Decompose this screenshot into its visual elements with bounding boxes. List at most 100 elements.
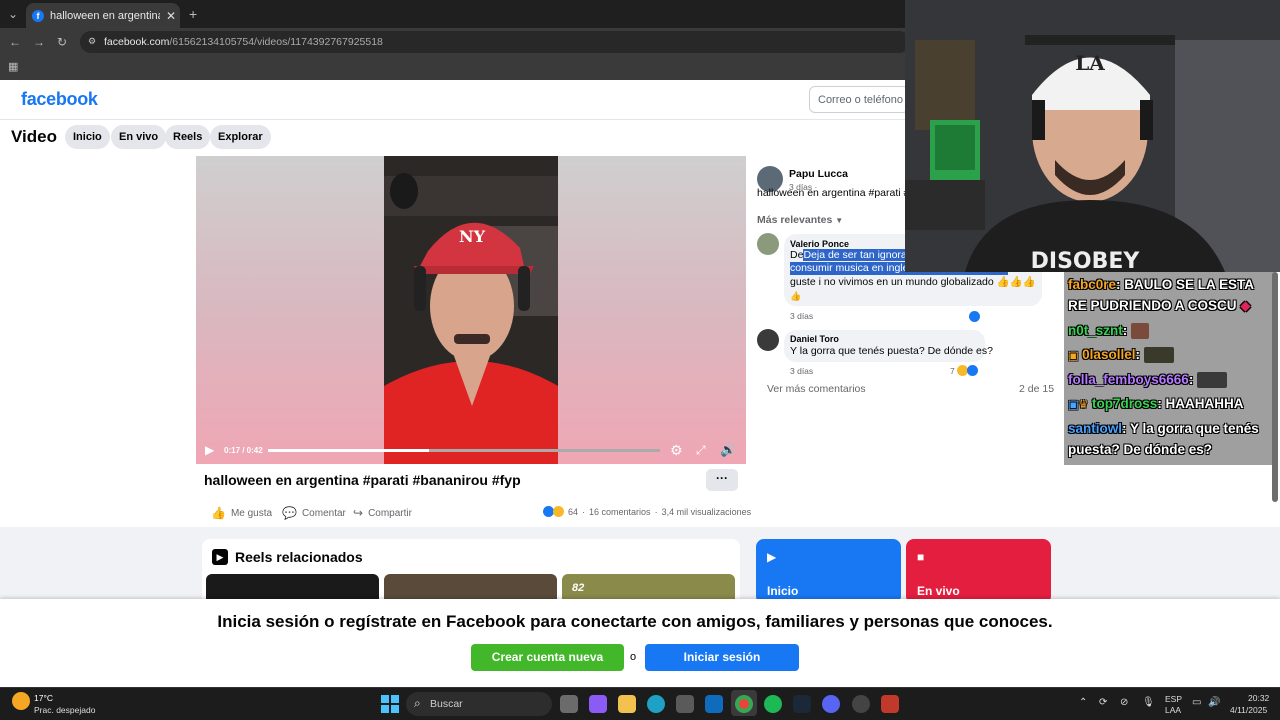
spotify-icon[interactable] <box>764 695 782 713</box>
chat-username: n0t_sznt <box>1068 323 1123 338</box>
chat-message: n0t_sznt: <box>1068 320 1150 341</box>
store-icon[interactable] <box>676 695 694 713</box>
taskbar <box>0 687 1280 720</box>
keyboard-layout[interactable]: LAA <box>1165 705 1181 715</box>
streamer-webcam: LA DISOBEY <box>905 0 1280 272</box>
svg-text:LA: LA <box>1075 51 1105 75</box>
video-icon: ▶ <box>767 550 777 564</box>
tab-list-chevron-icon[interactable]: ⌄ <box>8 7 18 21</box>
edge-icon[interactable] <box>647 695 665 713</box>
stream-chat: fabc0re: BAULO SE LA ESTA RE PUDRIENDO A… <box>1064 272 1275 465</box>
svg-text:DISOBEY: DISOBEY <box>1031 249 1141 272</box>
taskbar-search[interactable]: ⌕ Buscar <box>406 692 552 716</box>
back-icon[interactable]: ← <box>9 35 21 49</box>
site-info-icon[interactable]: ⚙ <box>88 36 96 47</box>
like-button[interactable]: 👍 Me gusta <box>211 506 272 520</box>
related-reels-title: Reels relacionados <box>235 549 363 565</box>
comment-author[interactable]: Daniel Toro <box>790 334 839 344</box>
windows-start-icon[interactable] <box>381 695 399 713</box>
keyboard-language[interactable]: ESP <box>1165 694 1182 704</box>
steam-icon[interactable] <box>793 695 811 713</box>
reaction-count[interactable]: 64 <box>568 507 578 517</box>
discord-icon[interactable] <box>822 695 840 713</box>
copilot-icon[interactable] <box>589 695 607 713</box>
webcam-image: LA DISOBEY <box>905 0 1280 272</box>
nav-pill-reels[interactable]: Reels <box>165 125 211 149</box>
chat-text: : <box>1188 372 1194 387</box>
comment-button[interactable]: 💬 Comentar <box>282 506 346 520</box>
login-button[interactable]: Iniciar sesión <box>645 644 799 671</box>
post-author[interactable]: Papu Lucca <box>789 168 848 180</box>
more-options-button[interactable]: ··· <box>706 469 738 491</box>
chat-username: folla_femboys6666 <box>1068 372 1189 387</box>
share-button[interactable]: ↪ Compartir <box>353 506 412 520</box>
volume-icon[interactable]: 🔊 <box>720 442 736 458</box>
camera-icon: ■ <box>917 550 925 564</box>
video-frame[interactable]: NY <box>384 156 558 464</box>
chat-message: ▣♛ top7dross: HAAHAHHA <box>1068 393 1244 416</box>
clock-date[interactable]: 4/11/2025 <box>1230 705 1267 715</box>
reel-badge: 82 <box>572 582 585 594</box>
play-icon[interactable]: ▶ <box>205 443 214 457</box>
nav-pill-inicio[interactable]: Inicio <box>65 125 110 149</box>
views-count: 3,4 mil visualizaciones <box>661 506 752 517</box>
app-icon[interactable] <box>881 695 899 713</box>
weather-icon[interactable] <box>12 692 30 710</box>
weather-desc[interactable]: Prac. despejado <box>34 705 95 715</box>
commenter-avatar[interactable] <box>757 329 779 351</box>
like-label: Me gusta <box>230 507 273 519</box>
commenter-avatar[interactable] <box>757 233 779 255</box>
outlook-icon[interactable] <box>705 695 723 713</box>
close-tab-icon[interactable]: ✕ <box>166 9 176 23</box>
live-card[interactable]: ■ En vivo <box>906 539 1051 604</box>
login-prompt-message: Inicia sesión o regístrate en Facebook p… <box>217 612 1053 631</box>
facebook-header <box>0 80 905 120</box>
obs-icon[interactable] <box>852 695 870 713</box>
chrome-icon[interactable] <box>735 695 753 713</box>
comment-text-line: 👍 <box>790 291 802 301</box>
browser-tab[interactable]: f halloween en argentina #parati ✕ <box>26 3 180 28</box>
comment-author[interactable]: Valerio Ponce <box>790 239 849 249</box>
nav-pill-explorar[interactable]: Explorar <box>210 125 271 149</box>
apps-grid-icon[interactable]: ▦ <box>8 60 18 73</box>
nav-pill-en-vivo[interactable]: En vivo <box>111 125 167 149</box>
email-input[interactable]: Correo o teléfono <box>809 86 909 113</box>
live-card-label: En vivo <box>917 584 960 598</box>
display-icon[interactable]: ▭ <box>1192 697 1201 708</box>
clock-time[interactable]: 20:32 <box>1248 693 1269 703</box>
facebook-logo[interactable]: facebook <box>21 89 98 110</box>
sync-icon[interactable]: ⟳ <box>1099 697 1107 708</box>
search-icon: ⌕ <box>414 696 421 710</box>
weather-temp[interactable]: 17°C <box>34 693 53 703</box>
see-more-comments-link[interactable]: Ver más comentarios <box>767 383 866 395</box>
create-account-button[interactable]: Crear cuenta nueva <box>471 644 624 671</box>
mic-icon[interactable]: 🎙 <box>1142 697 1155 708</box>
new-tab-icon[interactable]: + <box>189 6 197 22</box>
crown-badge-icon: ♛ <box>1078 399 1089 411</box>
search-label: Buscar <box>430 698 463 710</box>
file-explorer-icon[interactable] <box>618 695 636 713</box>
chat-username: top7dross <box>1092 396 1158 411</box>
comment-reaction-count: 7 <box>950 366 955 376</box>
url-field[interactable]: ⚙ facebook.com/61562134105754/videos/117… <box>80 31 910 53</box>
video-person-image: NY <box>384 156 558 464</box>
reload-icon[interactable]: ↻ <box>57 35 67 49</box>
page-scrollbar[interactable] <box>1272 272 1278 502</box>
comments-count[interactable]: 16 comentarios <box>589 507 651 517</box>
tab-title: halloween en argentina #parati <box>50 9 160 22</box>
comment-time[interactable]: 3 días <box>790 366 813 376</box>
sort-dropdown[interactable]: Más relevantes ▼ <box>757 214 843 226</box>
fullscreen-icon[interactable]: ⤢ <box>696 443 706 458</box>
home-card-label: Inicio <box>767 584 799 598</box>
video-time: 0:17 / 0:42 <box>224 446 263 455</box>
forward-icon[interactable]: → <box>33 35 45 49</box>
volume-tray-icon[interactable]: 🔊 <box>1208 697 1220 708</box>
network-off-icon[interactable]: ⊘ <box>1120 697 1128 708</box>
chevron-down-icon: ▼ <box>835 216 844 225</box>
settings-gear-icon[interactable]: ⚙ <box>670 442 683 459</box>
home-card[interactable]: ▶ Inicio <box>756 539 901 604</box>
tray-chevron-icon[interactable]: ⌃ <box>1079 697 1087 708</box>
task-view-icon[interactable] <box>560 695 578 713</box>
comment-time[interactable]: 3 días <box>790 311 813 321</box>
selected-text: Deja de ser tan ignorante <box>803 249 922 261</box>
